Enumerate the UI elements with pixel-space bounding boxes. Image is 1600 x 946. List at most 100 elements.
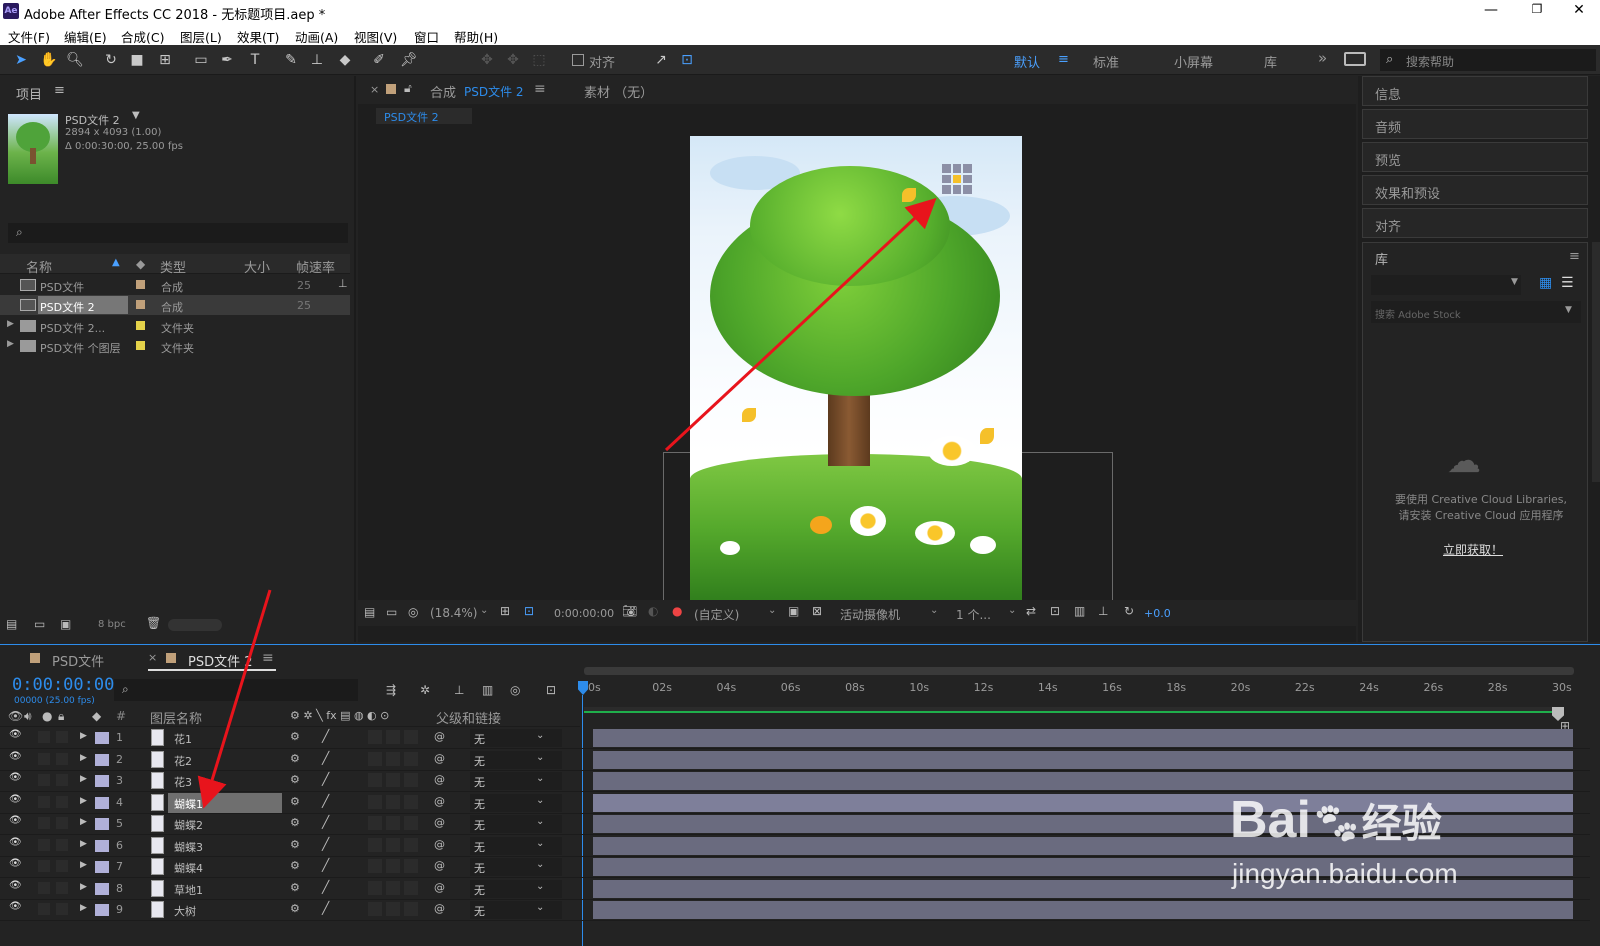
expand-arrow-icon[interactable]: ▶ <box>7 339 14 349</box>
resolution-select[interactable]: (自定义) <box>694 606 739 623</box>
label-color-swatch[interactable] <box>136 280 145 289</box>
label-color-swatch[interactable] <box>95 882 109 895</box>
close-button[interactable]: ✕ <box>1556 2 1600 18</box>
info-panel-header[interactable]: 信息 <box>1362 76 1588 106</box>
item-dropdown-icon[interactable]: ▼ <box>132 110 140 121</box>
lock-toggle[interactable] <box>56 881 68 894</box>
interpret-footage-icon[interactable]: ▤ <box>6 617 17 631</box>
thumbnail-slider[interactable] <box>168 619 222 631</box>
layer-number-column[interactable]: # <box>116 709 126 723</box>
motion-blur-switch[interactable] <box>386 794 400 809</box>
parent-select[interactable]: 无 <box>470 750 562 769</box>
layer-name[interactable]: 花1 <box>174 731 192 747</box>
label-color-swatch[interactable] <box>95 732 109 744</box>
chevron-down-icon[interactable]: ⌄ <box>536 730 544 741</box>
workspace-default[interactable]: 默认 <box>1014 52 1040 71</box>
sync-settings-icon[interactable] <box>1344 52 1366 66</box>
safe-margins-icon[interactable]: ⊞ <box>500 604 510 618</box>
eye-icon[interactable]: 👁︎ <box>9 858 22 869</box>
menu-edit[interactable]: 编辑(E) <box>64 27 107 46</box>
close-tab-icon[interactable]: × <box>148 651 157 664</box>
pick-whip-icon[interactable]: @ <box>434 838 445 851</box>
parent-select[interactable]: 无 <box>470 879 562 898</box>
quality-switch-icon[interactable]: ╱ <box>322 772 329 786</box>
solo-toggle[interactable] <box>38 774 50 786</box>
lock-toggle[interactable] <box>56 903 68 915</box>
col-type[interactable]: 类型 <box>160 257 186 276</box>
workspace-overflow-icon[interactable]: » <box>1318 49 1327 67</box>
adobe-stock-search-input[interactable]: 搜索 Adobe Stock <box>1375 306 1461 321</box>
lock-toggle[interactable] <box>56 860 68 872</box>
quality-switch-icon[interactable]: ╱ <box>322 901 329 915</box>
expand-arrow-icon[interactable]: ▶ <box>80 839 87 849</box>
shy-switch-icon[interactable]: ⚙ <box>290 773 300 786</box>
solo-toggle[interactable] <box>38 860 50 872</box>
expand-arrow-icon[interactable]: ▶ <box>80 796 87 806</box>
solo-toggle[interactable] <box>38 903 50 915</box>
chevron-down-icon[interactable]: ⌄ <box>536 795 544 806</box>
menu-animation[interactable]: 动画(A) <box>295 27 338 46</box>
fast-preview-icon[interactable]: ⇄ <box>1026 604 1036 618</box>
menu-file[interactable]: 文件(F) <box>8 27 50 46</box>
chevron-down-icon[interactable]: ⌄ <box>536 773 544 784</box>
quality-switch-icon[interactable]: ╱ <box>322 858 329 872</box>
transparency-grid-icon[interactable]: ⊠ <box>812 604 822 618</box>
always-preview-icon[interactable]: ▤ <box>364 605 375 619</box>
label-color-swatch[interactable] <box>95 839 109 852</box>
eye-icon[interactable]: 👁︎ <box>9 815 22 826</box>
views-select[interactable]: 1 个... <box>956 606 991 623</box>
shy-layers-icon[interactable]: ⊥ <box>454 683 464 697</box>
effect-switch[interactable] <box>368 859 382 873</box>
rotate-tool-icon[interactable]: ↻ <box>102 51 120 69</box>
label-color-swatch[interactable] <box>95 796 109 809</box>
flowchart-icon[interactable]: ⊥ <box>1098 604 1108 618</box>
pan-behind-tool-icon[interactable]: ⊞ <box>156 51 174 69</box>
layer-name[interactable]: 草地1 <box>174 882 203 898</box>
effect-switch[interactable] <box>368 794 382 809</box>
effect-switch[interactable] <box>368 773 382 787</box>
motion-blur-switch[interactable] <box>386 730 400 744</box>
axis-world-icon[interactable]: ✥ <box>504 51 522 69</box>
eye-icon[interactable]: 👁︎ <box>9 880 22 891</box>
parent-select[interactable]: 无 <box>470 729 562 747</box>
chevron-down-icon[interactable]: ⌄ <box>536 838 544 849</box>
solo-toggle[interactable] <box>38 795 50 808</box>
label-tag-icon[interactable]: ◆ <box>92 709 101 723</box>
label-color-swatch[interactable] <box>95 904 109 916</box>
panel-menu-icon[interactable]: ≡ <box>1569 249 1580 264</box>
effects-presets-panel-header[interactable]: 效果和预设 <box>1362 175 1588 205</box>
eye-icon[interactable]: 👁︎ <box>9 837 22 848</box>
label-color-swatch[interactable] <box>136 341 145 350</box>
workspace-menu-icon[interactable]: ≡ <box>1058 52 1069 67</box>
motion-blur-switch[interactable] <box>386 751 400 766</box>
menu-effect[interactable]: 效果(T) <box>237 27 279 46</box>
adjustment-switch[interactable] <box>404 902 418 916</box>
shy-switch-icon[interactable]: ⚙ <box>290 752 300 765</box>
camera-select[interactable]: 活动摄像机 <box>840 606 900 623</box>
col-fps[interactable]: 帧速率 <box>296 257 335 276</box>
pick-whip-icon[interactable]: @ <box>434 859 445 872</box>
effect-switch[interactable] <box>368 751 382 766</box>
audio-panel-header[interactable]: 音频 <box>1362 109 1588 139</box>
layer-name[interactable]: 花3 <box>174 774 192 790</box>
eraser-tool-icon[interactable]: ◆ <box>336 51 354 69</box>
solo-toggle[interactable] <box>38 881 50 894</box>
layer-search-input[interactable]: ⌕ <box>114 679 358 701</box>
rectangle-tool-icon[interactable]: ▭ <box>192 51 210 69</box>
layer-duration-bar[interactable] <box>593 729 1573 747</box>
menu-layer[interactable]: 图层(L) <box>180 27 222 46</box>
adjustment-switch[interactable] <box>404 794 418 809</box>
pick-whip-icon[interactable]: @ <box>434 730 445 743</box>
adjustment-switch[interactable] <box>404 773 418 787</box>
shy-switch-icon[interactable]: ⚙ <box>290 816 300 829</box>
pick-whip-icon[interactable]: @ <box>434 816 445 829</box>
effect-switch[interactable] <box>368 902 382 916</box>
project-item-row[interactable]: PSD文件 合成 25 ⊥ <box>0 275 350 295</box>
parent-select[interactable]: 无 <box>470 836 562 855</box>
video-toggle-icon[interactable]: 👁︎ <box>8 709 23 723</box>
toggle-3d-icon[interactable]: ⊡ <box>1050 604 1060 618</box>
expand-arrow-icon[interactable]: ▶ <box>80 731 87 741</box>
current-time[interactable]: 0:00:00:00 <box>12 675 114 695</box>
expand-arrow-icon[interactable]: ▶ <box>7 319 14 329</box>
show-snapshot-icon[interactable]: ◐ <box>648 604 658 618</box>
